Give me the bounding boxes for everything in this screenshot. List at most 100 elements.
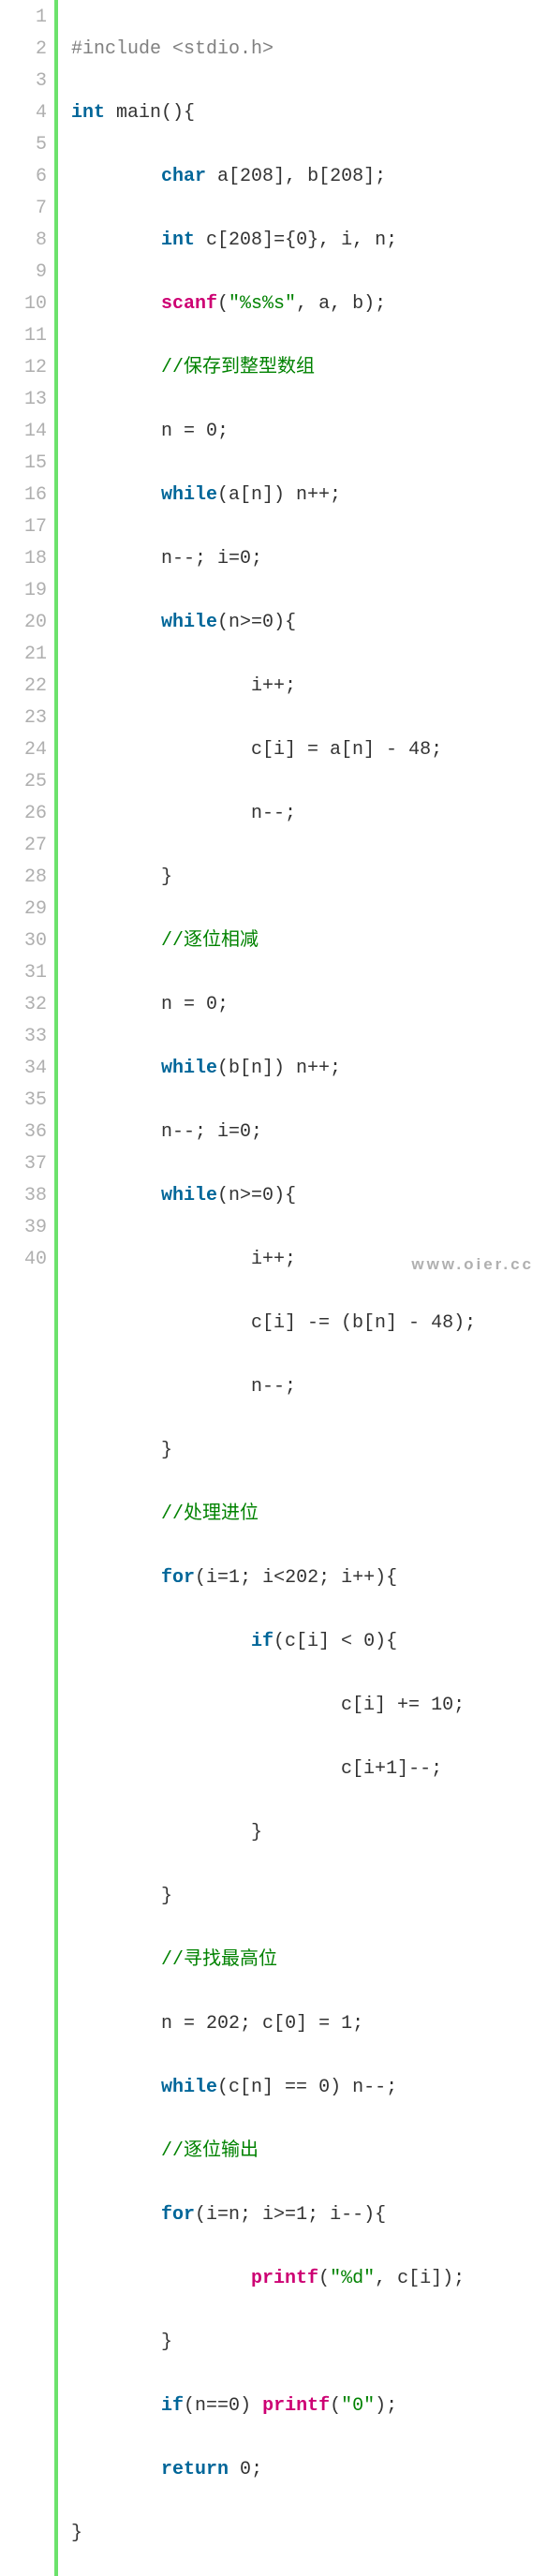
number: 1	[341, 2013, 352, 2035]
code-line: #include <stdio.h>	[71, 34, 547, 66]
line-number: 9	[0, 257, 47, 289]
keyword: while	[161, 484, 217, 506]
code-line: while(b[n]) n++;	[71, 1053, 547, 1085]
code-text: , c[i]);	[375, 2268, 465, 2289]
number: 202	[206, 2013, 240, 2035]
line-number: 29	[0, 894, 47, 925]
code-area: #include <stdio.h> int main(){ char a[20…	[58, 0, 547, 2576]
code-text: ; i--){	[307, 2204, 386, 2226]
line-number: 32	[0, 989, 47, 1021]
indent	[71, 229, 161, 251]
code-text: c[i+	[341, 1758, 386, 1780]
code-text: }	[161, 2332, 172, 2353]
code-text: ;	[251, 548, 262, 570]
number: 10	[431, 1695, 453, 1716]
code-text: }	[161, 866, 172, 888]
function: printf	[262, 2395, 330, 2417]
line-number: 30	[0, 925, 47, 957]
number: 0	[363, 1631, 375, 1652]
code-line: }	[71, 862, 547, 894]
indent	[71, 1695, 341, 1716]
keyword: int	[161, 229, 195, 251]
code-text: n--;	[251, 803, 296, 824]
line-number: 40	[0, 1244, 47, 1276]
code-line: if(n==0) printf("0");	[71, 2391, 547, 2422]
code-text: (b[n]) n++;	[217, 1058, 341, 1079]
indent	[71, 1440, 161, 1461]
code-text: }, i, n;	[307, 229, 397, 251]
number: 0	[285, 2013, 296, 2035]
line-number: 22	[0, 671, 47, 703]
line-number: 8	[0, 225, 47, 257]
code-line: c[i] += 10;	[71, 1690, 547, 1722]
line-number: 35	[0, 1085, 47, 1117]
keyword: while	[161, 2077, 217, 2098]
code-text: }	[161, 1440, 172, 1461]
number: 48	[408, 739, 431, 761]
keyword: int	[71, 102, 105, 124]
code-line: while(n>=0){	[71, 1180, 547, 1212]
code-text: (	[318, 2268, 330, 2289]
line-number: 4	[0, 97, 47, 129]
code-text: (	[217, 293, 229, 315]
code-line: n--; i=0;	[71, 543, 547, 575]
line-number: 23	[0, 703, 47, 734]
line-number: 34	[0, 1053, 47, 1085]
keyword: while	[161, 1058, 217, 1079]
keyword: return	[161, 2459, 229, 2480]
line-number: 33	[0, 1021, 47, 1053]
code-text: c[	[195, 229, 229, 251]
code-text: ;	[431, 739, 442, 761]
string: "%s%s"	[229, 293, 296, 315]
indent	[71, 930, 161, 952]
indent	[71, 2459, 161, 2480]
indent	[71, 994, 161, 1015]
code-line: i++;	[71, 671, 547, 703]
code-line: c[i] -= (b[n] - 48);	[71, 1308, 547, 1340]
code-text: (n>=	[217, 612, 262, 633]
indent	[71, 1822, 251, 1843]
number: 0	[262, 1185, 274, 1207]
code-text: ;	[352, 2013, 363, 2035]
code-text: i++;	[251, 675, 296, 697]
code-text: ) n--;	[330, 2077, 397, 2098]
keyword: for	[161, 2204, 195, 2226]
code-text: , a, b);	[296, 293, 386, 315]
indent	[71, 1312, 251, 1334]
line-number: 11	[0, 320, 47, 352]
string: "0"	[341, 2395, 375, 2417]
indent	[71, 1185, 161, 1207]
number: 1	[386, 1758, 397, 1780]
line-number-gutter: 1 2 3 4 5 6 7 8 9 10 11 12 13 14 15 16 1…	[0, 0, 54, 2576]
code-text: i++;	[251, 1249, 296, 1270]
code-line: }	[71, 1817, 547, 1849]
keyword: if	[251, 1631, 274, 1652]
keyword: while	[161, 1185, 217, 1207]
indent	[71, 357, 161, 378]
code-line: c[i+1]--;	[71, 1754, 547, 1785]
number: 208	[240, 166, 274, 187]
code-text: (n==	[184, 2395, 229, 2417]
code-line: }	[71, 2518, 547, 2550]
code-line: while(a[n]) n++;	[71, 480, 547, 511]
code-text: ;	[217, 421, 229, 442]
code-text: n =	[161, 421, 206, 442]
line-number: 2	[0, 34, 47, 66]
code-line: scanf("%s%s", a, b);	[71, 289, 547, 320]
code-text: ] =	[296, 2013, 341, 2035]
line-number: 39	[0, 1212, 47, 1244]
preprocessor: #include <stdio.h>	[71, 38, 274, 60]
code-line: printf("%d", c[i]);	[71, 2263, 547, 2295]
code-text: }	[71, 2523, 82, 2544]
code-text: (i=n; i>=	[195, 2204, 296, 2226]
line-number: 38	[0, 1180, 47, 1212]
code-text: ], b[	[274, 166, 330, 187]
code-text: ; c[	[240, 2013, 285, 2035]
number: 0	[296, 229, 307, 251]
line-number: 3	[0, 66, 47, 97]
indent	[71, 1949, 161, 1971]
code-line: for(i=1; i<202; i++){	[71, 1562, 547, 1594]
comment: //逐位相减	[161, 930, 259, 952]
line-number: 13	[0, 384, 47, 416]
indent	[71, 1886, 161, 1907]
